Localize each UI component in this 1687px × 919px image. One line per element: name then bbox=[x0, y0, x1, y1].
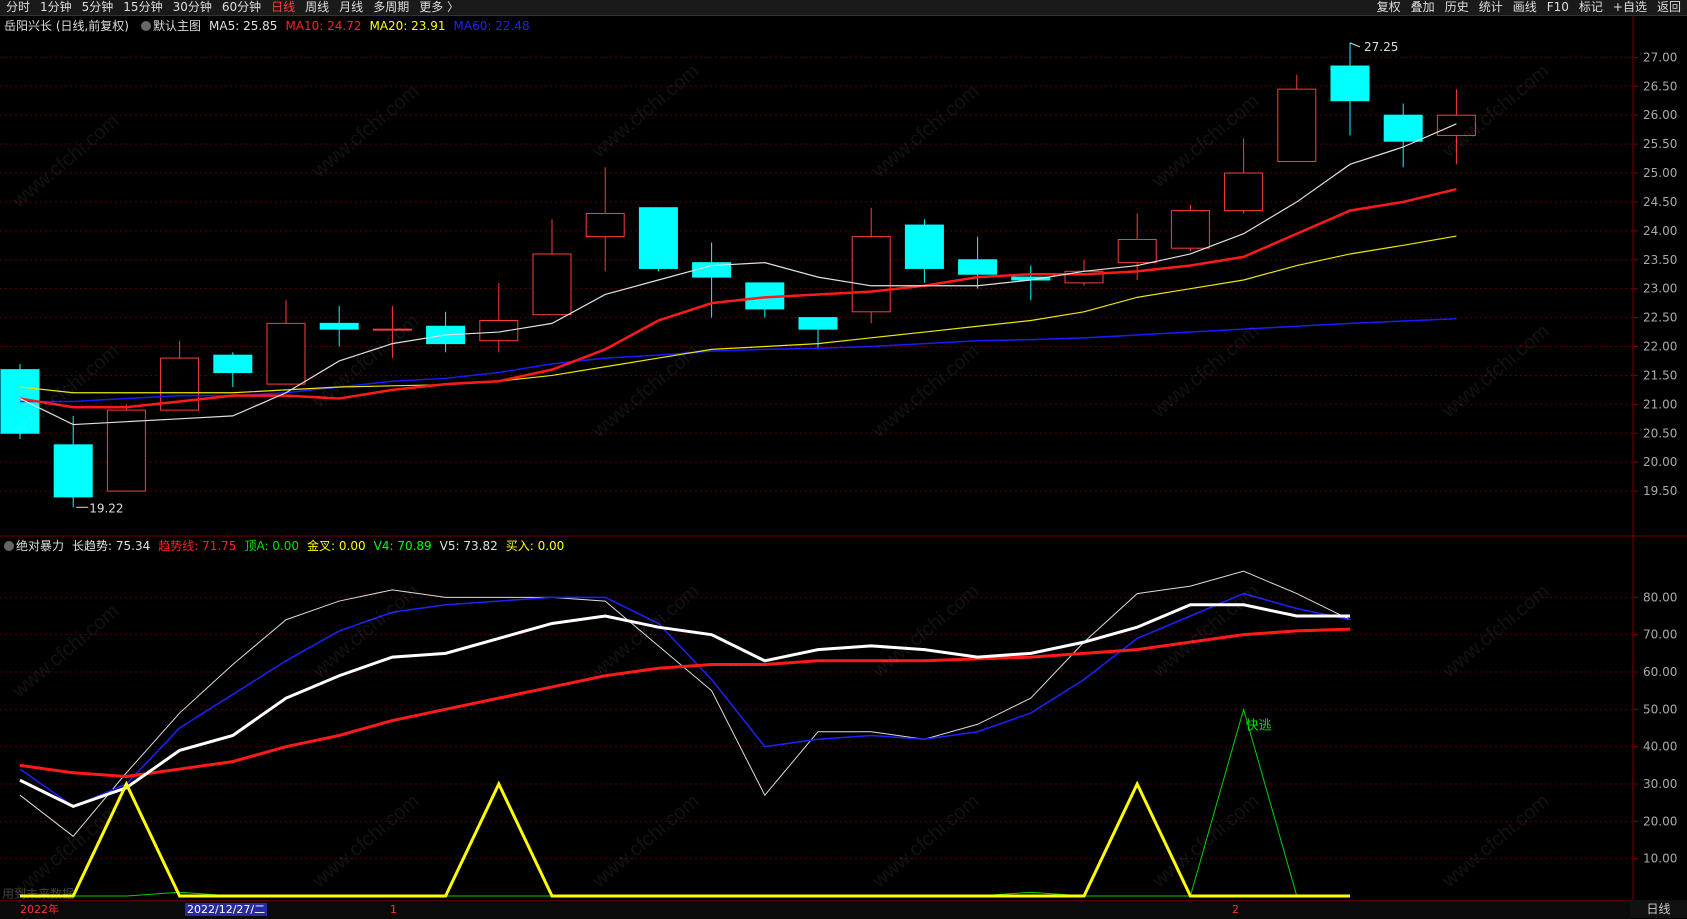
ind-tick-label: 50.00 bbox=[1643, 702, 1677, 716]
chart-canvas[interactable]: 19.50 20.00 20.50 21.00 21.50 22.00 22.50 23.00… bbox=[0, 0, 1687, 918]
price-tick-label: 23.50 bbox=[1643, 253, 1677, 267]
candle-body bbox=[1277, 88, 1317, 162]
candle-body bbox=[904, 224, 944, 269]
candle-body bbox=[958, 259, 998, 275]
candle-body bbox=[638, 207, 678, 269]
month-label-feb: 2 bbox=[1232, 903, 1239, 916]
ind-tick-label: 80.00 bbox=[1643, 590, 1677, 604]
candle-body bbox=[851, 236, 891, 313]
price-tick-label: 21.50 bbox=[1643, 368, 1677, 382]
signal-label: 快逃 bbox=[1246, 718, 1272, 733]
candle-body bbox=[213, 354, 253, 374]
candle-body bbox=[319, 322, 359, 330]
high-marker bbox=[1349, 42, 1361, 48]
cursor-date: 2022/12/27/二 bbox=[185, 903, 268, 916]
price-tick-label: 24.00 bbox=[1643, 224, 1677, 238]
period-tab-daily[interactable]: 日线 bbox=[1630, 900, 1687, 918]
ind-tick-label: 60.00 bbox=[1643, 665, 1677, 679]
price-tick-label: 22.50 bbox=[1643, 311, 1677, 325]
month-label-jan: 1 bbox=[390, 903, 397, 916]
price-tick-label: 19.50 bbox=[1643, 484, 1677, 498]
price-tick-label: 22.00 bbox=[1643, 340, 1677, 354]
price-tick-label: 25.50 bbox=[1643, 137, 1677, 151]
price-tick-label: 20.50 bbox=[1643, 426, 1677, 440]
low-price-label: 19.22 bbox=[89, 501, 123, 515]
price-tick-label: 20.00 bbox=[1643, 455, 1677, 469]
price-tick-label: 24.50 bbox=[1643, 195, 1677, 209]
candle-body bbox=[798, 317, 838, 330]
candle-body bbox=[479, 319, 519, 342]
high-price-label: 27.25 bbox=[1364, 40, 1398, 54]
candle-body bbox=[266, 322, 306, 385]
price-tick-label: 21.00 bbox=[1643, 397, 1677, 411]
candle-body bbox=[1224, 172, 1264, 212]
price-tick-label: 26.50 bbox=[1643, 79, 1677, 93]
candle-body bbox=[1383, 114, 1423, 142]
price-tick-label: 27.00 bbox=[1643, 50, 1677, 64]
ind-tick-label: 70.00 bbox=[1643, 628, 1677, 642]
price-tick-label: 26.00 bbox=[1643, 108, 1677, 122]
ind-series-V4 bbox=[19, 592, 1351, 808]
candle-body bbox=[1170, 210, 1210, 249]
candle-body bbox=[532, 253, 572, 316]
ma10-line bbox=[19, 187, 1457, 409]
ind-tick-label: 30.00 bbox=[1643, 777, 1677, 791]
ind-tick-label: 20.00 bbox=[1643, 814, 1677, 828]
ind-tick-label: 10.00 bbox=[1643, 852, 1677, 866]
candle-body bbox=[53, 444, 93, 498]
candle-body bbox=[585, 212, 625, 238]
year-label: 2022年 bbox=[20, 903, 59, 916]
price-tick-label: 23.00 bbox=[1643, 282, 1677, 296]
ind-tick-label: 40.00 bbox=[1643, 740, 1677, 754]
candle-body bbox=[1117, 239, 1157, 264]
price-tick-label: 25.00 bbox=[1643, 166, 1677, 180]
candle-body bbox=[1330, 65, 1370, 102]
ma5-line bbox=[19, 123, 1457, 426]
